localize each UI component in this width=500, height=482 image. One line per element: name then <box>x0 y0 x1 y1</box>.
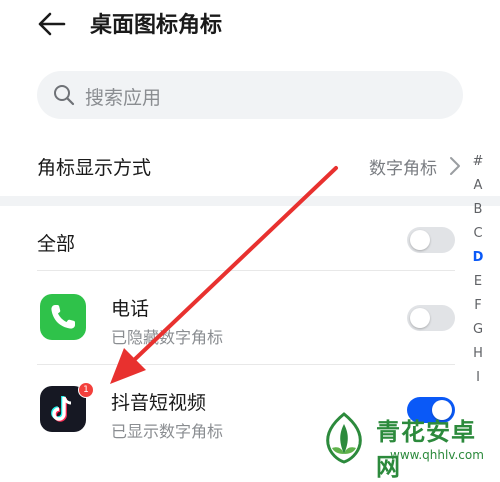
page-title: 桌面图标角标 <box>90 13 223 38</box>
search-input[interactable]: 搜索应用 <box>37 71 463 119</box>
search-icon <box>54 85 75 106</box>
badge-mode-row[interactable]: 角标显示方式 数字角标 <box>0 140 500 190</box>
search-placeholder: 搜索应用 <box>85 87 162 109</box>
all-apps-row: 全部 <box>0 215 470 265</box>
phone-app-icon <box>40 294 86 340</box>
watermark-url: www.qhhlv.com <box>390 448 484 462</box>
app-row-phone: 电话 已隐藏数字角标 <box>0 282 470 354</box>
index-letter[interactable]: E <box>466 270 490 294</box>
section-divider <box>0 196 500 206</box>
app-badge-status: 已显示数字角标 <box>111 422 224 441</box>
app-name: 电话 <box>111 298 150 320</box>
notification-badge: 1 <box>78 382 94 398</box>
toggle-knob <box>410 230 430 250</box>
index-letter[interactable]: F <box>466 294 490 318</box>
index-letter-active[interactable]: D <box>466 246 490 270</box>
all-apps-label: 全部 <box>37 233 76 255</box>
app-badge-status: 已隐藏数字角标 <box>111 328 224 347</box>
alphabet-index[interactable]: # A B C D E F G H I <box>466 150 490 390</box>
phone-icon <box>51 305 75 329</box>
divider <box>37 270 455 271</box>
badge-mode-label: 角标显示方式 <box>37 157 152 179</box>
divider <box>37 364 455 365</box>
watermark: 青花安卓网 www.qhhlv.com <box>312 406 500 481</box>
index-letter[interactable]: H <box>466 342 490 366</box>
all-apps-toggle[interactable] <box>407 227 455 253</box>
header: 桌面图标角标 <box>0 0 500 50</box>
toggle-knob <box>410 308 430 328</box>
app-badge-toggle[interactable] <box>407 305 455 331</box>
index-letter[interactable]: G <box>466 318 490 342</box>
watermark-text: 青花安卓网 <box>376 418 476 481</box>
badge-mode-value: 数字角标 <box>369 159 437 179</box>
index-letter[interactable]: B <box>466 198 490 222</box>
back-arrow-icon[interactable] <box>36 8 68 40</box>
index-letter[interactable]: C <box>466 222 490 246</box>
app-name: 抖音短视频 <box>111 392 207 414</box>
chevron-right-icon <box>450 157 460 175</box>
index-letter[interactable]: A <box>466 174 490 198</box>
watermark-logo-icon <box>326 412 362 464</box>
index-letter[interactable]: I <box>466 366 490 390</box>
index-letter[interactable]: # <box>466 150 490 174</box>
